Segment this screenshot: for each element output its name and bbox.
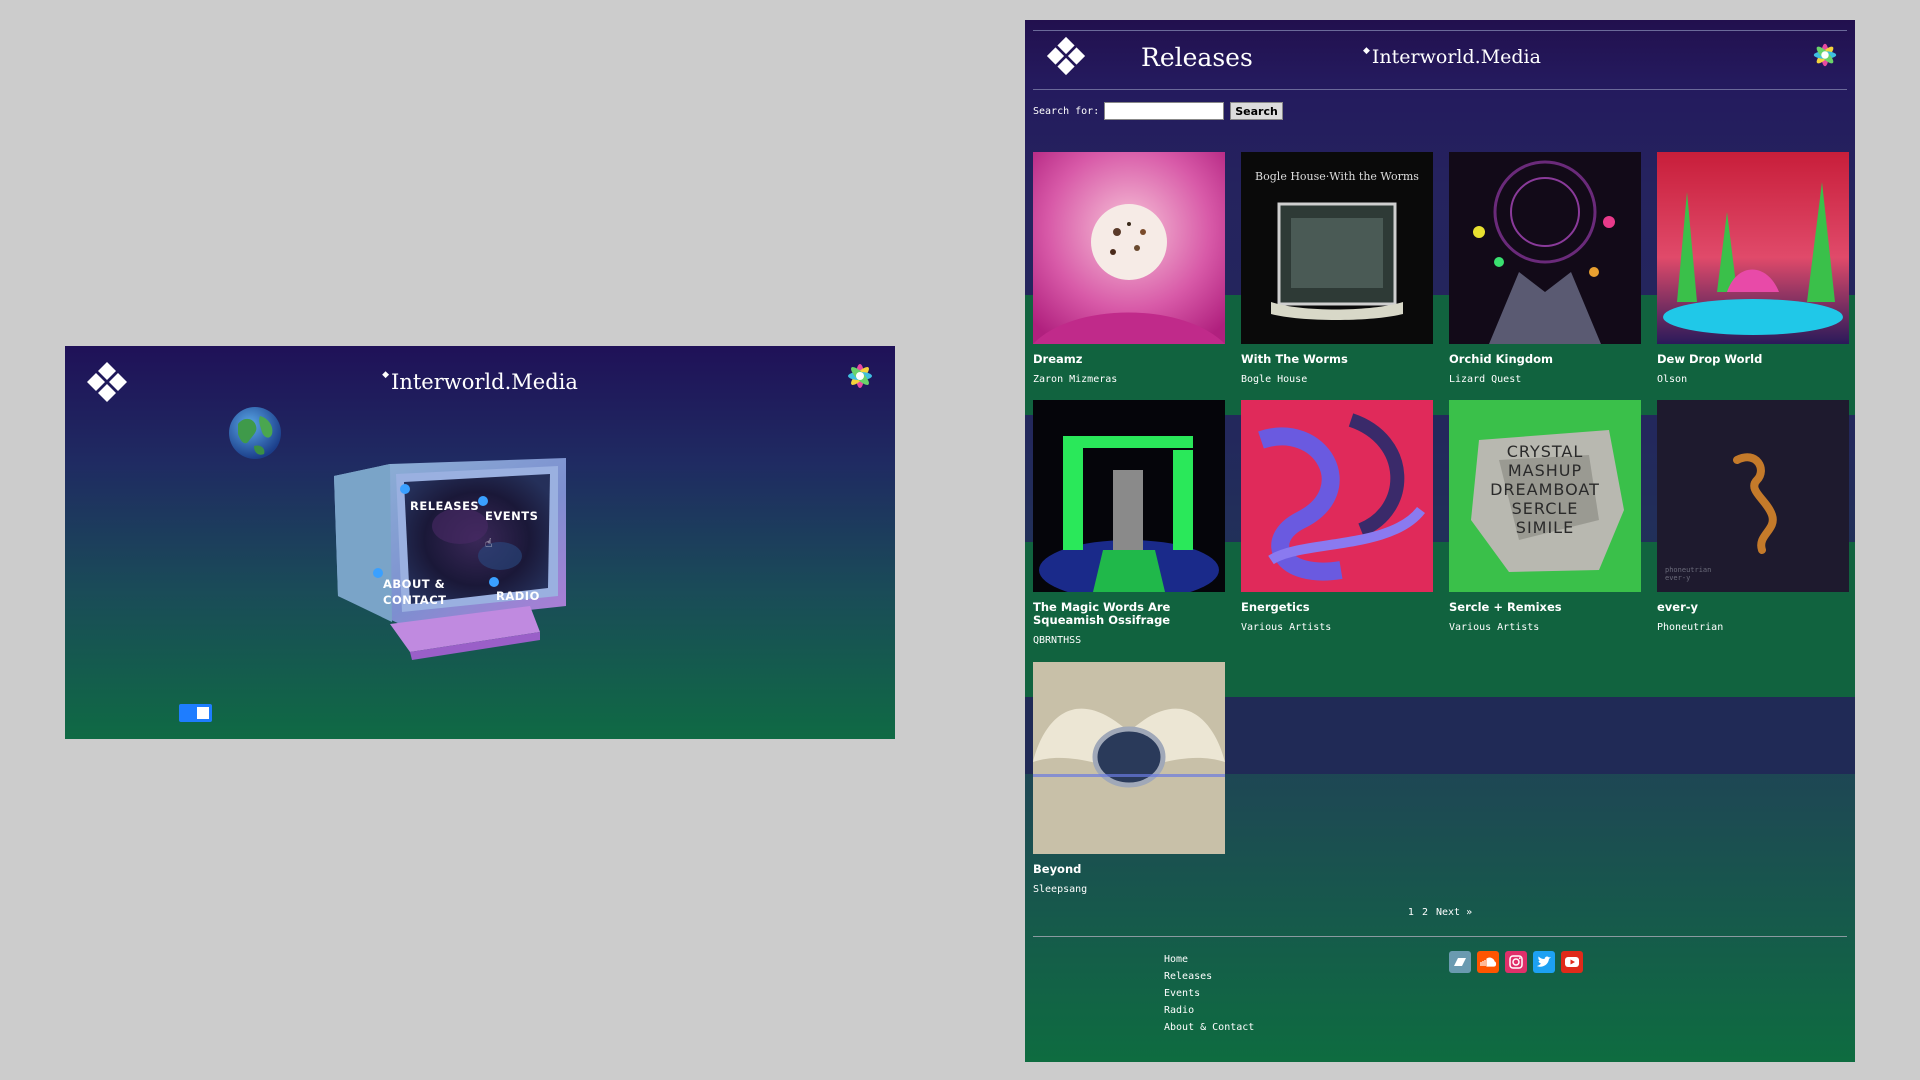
- release-card[interactable]: Beyond Sleepsang: [1033, 662, 1225, 895]
- release-card[interactable]: Bogle House·With the Worms With The Worm…: [1241, 152, 1433, 385]
- release-artist: Bogle House: [1241, 374, 1308, 385]
- footer-nav: Home Releases Events Radio About & Conta…: [1164, 951, 1254, 1036]
- cover-text: CRYSTAL MASHUP DREAMBOAT SERCLE SIMILE: [1449, 442, 1641, 537]
- page-2-link[interactable]: 2: [1422, 907, 1428, 918]
- menu-releases-link[interactable]: RELEASES: [410, 498, 479, 514]
- release-artist: Phoneutrian: [1657, 622, 1724, 633]
- release-card[interactable]: CRYSTAL MASHUP DREAMBOAT SERCLE SIMILE S…: [1449, 400, 1641, 633]
- cover-ever-y[interactable]: phoneutrian ever-y: [1657, 400, 1849, 592]
- release-title[interactable]: Dreamz: [1033, 353, 1225, 366]
- radio-dot: [489, 577, 499, 587]
- next-page-link[interactable]: Next »: [1436, 907, 1472, 918]
- bandcamp-icon[interactable]: [1449, 951, 1471, 973]
- cover-text-line: SIMILE: [1515, 518, 1575, 537]
- toggle-switch[interactable]: [179, 704, 212, 722]
- release-artist: Lizard Quest: [1449, 374, 1522, 385]
- release-title[interactable]: The Magic Words Are Squeamish Ossifrage: [1033, 601, 1225, 627]
- header: Releases ◆ Interworld.Media: [1033, 30, 1847, 90]
- release-title[interactable]: Sercle + Remixes: [1449, 601, 1641, 614]
- cover-text-line: MASHUP: [1507, 461, 1583, 480]
- release-title[interactable]: Dew Drop World: [1657, 353, 1849, 366]
- cover-with-the-worms[interactable]: Bogle House·With the Worms: [1241, 152, 1433, 344]
- flower-icon[interactable]: [845, 361, 875, 391]
- cover-energetics[interactable]: [1241, 400, 1433, 592]
- release-card[interactable]: The Magic Words Are Squeamish Ossifrage …: [1033, 400, 1225, 646]
- release-artist: QBRNTHSS: [1033, 635, 1082, 646]
- brand-text[interactable]: Interworld.Media: [1372, 46, 1541, 68]
- cover-beyond[interactable]: [1033, 662, 1225, 854]
- release-artist: Zaron Mizmeras: [1033, 374, 1118, 385]
- release-artist: Olson: [1657, 374, 1688, 385]
- menu-about-line1[interactable]: ABOUT &: [383, 577, 445, 591]
- brand-title[interactable]: ◆Interworld.Media: [65, 370, 895, 394]
- page-1-link[interactable]: 1: [1408, 907, 1414, 918]
- cover-text-line: DREAMBOAT: [1490, 480, 1600, 499]
- footer-link-radio[interactable]: Radio: [1164, 1002, 1254, 1019]
- toggle-knob: [197, 707, 209, 719]
- release-title[interactable]: Beyond: [1033, 863, 1225, 876]
- menu-events-link[interactable]: EVENTS: [485, 508, 538, 524]
- globe-icon: [228, 406, 282, 460]
- footer-link-releases[interactable]: Releases: [1164, 968, 1254, 985]
- cover-text: phoneutrian ever-y: [1665, 566, 1711, 582]
- cover-text-line: ever-y: [1665, 574, 1691, 582]
- release-artist: Various Artists: [1449, 622, 1540, 633]
- releases-dot: [400, 484, 410, 494]
- pointer-cursor-icon: ☝: [485, 536, 493, 550]
- cover-dreamz[interactable]: [1033, 152, 1225, 344]
- footer-link-home[interactable]: Home: [1164, 951, 1254, 968]
- release-artist: Sleepsang: [1033, 884, 1088, 895]
- release-title[interactable]: With The Worms: [1241, 353, 1433, 366]
- events-dot: [478, 496, 488, 506]
- cover-magic-words[interactable]: [1033, 400, 1225, 592]
- release-title[interactable]: Orchid Kingdom: [1449, 353, 1641, 366]
- soundcloud-icon[interactable]: [1477, 951, 1499, 973]
- cover-text-line: SERCLE: [1511, 499, 1579, 518]
- footer-link-events[interactable]: Events: [1164, 985, 1254, 1002]
- flower-icon[interactable]: [1811, 41, 1839, 69]
- footer-divider: [1033, 936, 1847, 937]
- brand-text[interactable]: Interworld.Media: [391, 370, 578, 394]
- release-artist: Various Artists: [1241, 622, 1332, 633]
- page-title: Releases: [1141, 43, 1253, 72]
- twitter-icon[interactable]: [1533, 951, 1555, 973]
- release-card[interactable]: Dew Drop World Olson: [1657, 152, 1849, 385]
- footer-link-about-contact[interactable]: About & Contact: [1164, 1019, 1254, 1036]
- release-card[interactable]: Orchid Kingdom Lizard Quest: [1449, 152, 1641, 385]
- pagination: 1 2 Next »: [1025, 907, 1855, 918]
- menu-about-line2[interactable]: CONTACT: [383, 593, 446, 607]
- brand-title[interactable]: ◆Interworld.Media: [1363, 46, 1541, 68]
- crt-monitor: RELEASES EVENTS ABOUT & CONTACT RADIO ☝: [330, 456, 570, 661]
- cover-text: Bogle House·With the Worms: [1255, 170, 1419, 183]
- search-label: Search for:: [1033, 105, 1100, 117]
- youtube-icon[interactable]: [1561, 951, 1583, 973]
- diamond-logo-icon[interactable]: [1045, 35, 1087, 77]
- search-button[interactable]: Search: [1230, 102, 1283, 120]
- cover-text-line: CRYSTAL: [1506, 442, 1584, 461]
- social-icons: [1449, 951, 1583, 973]
- search-form: Search for: Search: [1033, 100, 1283, 122]
- releases-screen: Releases ◆ Interworld.Media Search for: S…: [1025, 20, 1855, 1062]
- release-title[interactable]: Energetics: [1241, 601, 1433, 614]
- cover-orchid-kingdom[interactable]: [1449, 152, 1641, 344]
- release-card[interactable]: Dreamz Zaron Mizmeras: [1033, 152, 1225, 385]
- home-screen: ◆Interworld.Media RELEASES EVENTS ABOUT …: [65, 346, 895, 739]
- about-dot: [373, 568, 383, 578]
- release-title[interactable]: ever-y: [1657, 601, 1849, 614]
- menu-about-contact-link[interactable]: ABOUT & CONTACT: [383, 576, 446, 608]
- search-input[interactable]: [1104, 102, 1225, 120]
- release-card[interactable]: phoneutrian ever-y ever-y Phoneutrian: [1657, 400, 1849, 633]
- cover-text-line: phoneutrian: [1665, 566, 1712, 574]
- menu-radio-link[interactable]: RADIO: [496, 588, 540, 604]
- cover-dew-drop-world[interactable]: [1657, 152, 1849, 344]
- instagram-icon[interactable]: [1505, 951, 1527, 973]
- release-card[interactable]: Energetics Various Artists: [1241, 400, 1433, 633]
- cover-sercle[interactable]: CRYSTAL MASHUP DREAMBOAT SERCLE SIMILE: [1449, 400, 1641, 592]
